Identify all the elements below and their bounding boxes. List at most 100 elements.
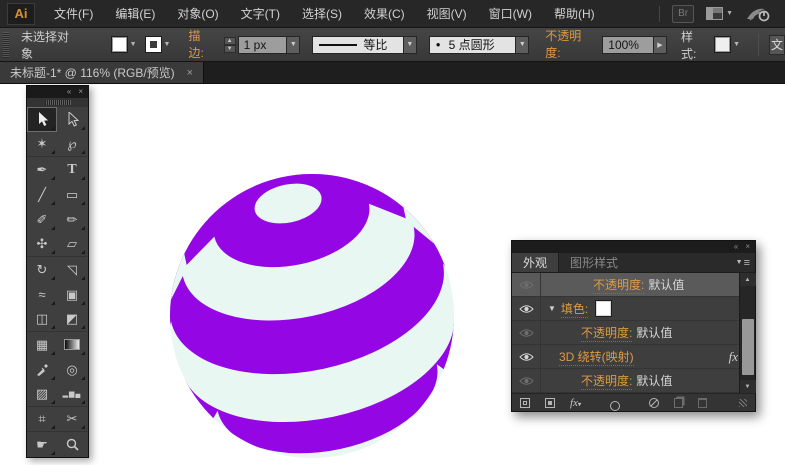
tool-shape-builder[interactable]: ◫ xyxy=(27,307,57,332)
tool-column-graph[interactable]: ▂▆▄ xyxy=(57,382,87,407)
appearance-row-item-opacity[interactable]: 不透明度: 默认值 xyxy=(512,369,755,393)
add-new-effect-icon[interactable]: fx▾ xyxy=(570,397,581,409)
close-icon[interactable]: × xyxy=(78,88,83,96)
tool-free-transform[interactable]: ▣ xyxy=(57,282,87,307)
mesh-icon: ▦ xyxy=(35,336,49,352)
fill-link[interactable]: 填色: xyxy=(560,300,589,318)
duplicate-item-icon[interactable] xyxy=(673,397,683,408)
hand-icon: ☛ xyxy=(36,436,48,452)
type-icon: T xyxy=(67,161,77,177)
scroll-down-icon[interactable]: ▼ xyxy=(739,380,756,393)
paintbrush-icon: ✐ xyxy=(36,211,48,227)
tool-blend[interactable]: ◎ xyxy=(57,357,87,382)
magic-wand-icon: ✶ xyxy=(36,136,48,151)
tool-slice[interactable]: ✂ xyxy=(57,407,87,432)
lasso-icon: ℘ xyxy=(67,136,77,151)
appearance-row-3d-revolve[interactable]: 3D 绕转(映射) fx xyxy=(512,345,755,369)
tool-symbol-sprayer[interactable]: ▨ xyxy=(27,382,57,407)
add-new-fill-icon[interactable] xyxy=(545,397,555,408)
scroll-up-icon[interactable]: ▲ xyxy=(739,273,756,286)
opacity-link[interactable]: 不透明度: xyxy=(593,276,645,294)
opacity-link[interactable]: 不透明度: xyxy=(581,324,633,342)
tool-paintbrush[interactable]: ✐ xyxy=(27,207,57,232)
fill-color-swatch[interactable] xyxy=(595,300,613,317)
tool-magic-wand[interactable]: ✶ xyxy=(27,132,57,157)
tool-rectangle[interactable]: ▭ xyxy=(57,182,87,207)
tool-width[interactable]: ≈ xyxy=(27,282,57,307)
tools-panel: « × ✶ ℘ ✒ T ╱ ▭ ✐ ✏ ✣ ▱ ↻ ◹ ≈ ▣ ◫ ◩ ▦ ◎ … xyxy=(26,85,89,458)
tool-lasso[interactable]: ℘ xyxy=(57,132,87,157)
eraser-icon: ▱ xyxy=(67,236,77,251)
add-new-stroke-icon[interactable] xyxy=(520,397,530,408)
panel-resize-grip[interactable] xyxy=(739,398,747,407)
zoom-icon xyxy=(66,438,79,451)
gradient-icon xyxy=(64,339,80,350)
appearance-footer: fx▾ xyxy=(512,393,755,411)
clear-appearance-icon[interactable] xyxy=(609,400,620,411)
collapse-panel-icon[interactable]: « xyxy=(734,243,738,251)
tool-perspective-grid[interactable]: ◩ xyxy=(57,307,87,332)
artboard-icon: ⌗ xyxy=(38,411,46,426)
opacity-value: 默认值 xyxy=(636,374,673,388)
tool-line-segment[interactable]: ╱ xyxy=(27,182,57,207)
tools-panel-grip[interactable] xyxy=(27,98,88,107)
tab-appearance[interactable]: 外观 xyxy=(512,253,560,272)
appearance-row-opacity[interactable]: 不透明度: 默认值 xyxy=(512,273,755,297)
panel-scrollbar[interactable]: ▲ ▼ xyxy=(739,273,756,393)
tool-pencil[interactable]: ✏ xyxy=(57,207,87,232)
eye-icon xyxy=(518,328,534,337)
panel-menu-icon[interactable]: ▼ ≡ xyxy=(736,253,750,272)
collapse-panel-icon[interactable]: « xyxy=(67,88,71,96)
rectangle-icon: ▭ xyxy=(65,186,79,202)
tool-artboard[interactable]: ⌗ xyxy=(27,407,57,432)
perspective-grid-icon: ◩ xyxy=(65,311,79,326)
tool-zoom[interactable] xyxy=(57,432,87,457)
appearance-row-fill-opacity[interactable]: 不透明度: 默认值 xyxy=(512,321,755,345)
opacity-value: 默认值 xyxy=(636,326,673,340)
pencil-icon: ✏ xyxy=(66,211,78,227)
delete-item-icon[interactable] xyxy=(697,397,707,408)
column-graph-icon: ▂▆▄ xyxy=(62,391,82,398)
tab-graphic-styles[interactable]: 图形样式 xyxy=(559,253,629,272)
tool-gradient[interactable] xyxy=(57,332,87,357)
scale-icon: ◹ xyxy=(67,261,77,277)
tool-rotate[interactable]: ↻ xyxy=(27,257,57,282)
slice-icon: ✂ xyxy=(66,411,78,426)
tool-direct-selection[interactable] xyxy=(57,107,87,132)
tool-selection[interactable] xyxy=(27,107,57,132)
tool-pen[interactable]: ✒ xyxy=(27,157,57,182)
appearance-panel-header: « × xyxy=(512,241,755,253)
3d-revolve-effect-link[interactable]: 3D 绕转(映射) xyxy=(559,348,634,366)
opacity-link[interactable]: 不透明度: xyxy=(581,372,633,390)
visibility-toggle[interactable] xyxy=(512,345,541,368)
blend-icon: ◎ xyxy=(66,361,78,377)
line-icon: ╱ xyxy=(38,186,46,202)
eye-icon xyxy=(518,352,534,361)
tools-panel-header: « × xyxy=(27,86,88,98)
visibility-toggle[interactable] xyxy=(512,297,541,320)
visibility-toggle[interactable] xyxy=(512,321,541,344)
eye-icon xyxy=(518,376,534,385)
close-icon[interactable]: × xyxy=(745,243,750,251)
visibility-toggle[interactable] xyxy=(512,369,541,392)
symbol-sprayer-icon: ▨ xyxy=(35,386,49,401)
appearance-tabs: 外观 图形样式 ▼ ≡ xyxy=(512,253,755,273)
appearance-row-fill[interactable]: ▼ 填色: xyxy=(512,297,755,321)
opacity-value: 默认值 xyxy=(648,278,685,292)
tool-type[interactable]: T xyxy=(57,157,87,182)
tool-eyedropper[interactable] xyxy=(27,357,57,382)
tool-hand[interactable]: ☛ xyxy=(27,432,57,457)
tool-eraser[interactable]: ▱ xyxy=(57,232,87,257)
appearance-panel: « × 外观 图形样式 ▼ ≡ 不透明度: 默认值 ▼ 填色: 不透明度: 默认… xyxy=(511,240,756,412)
tool-mesh[interactable]: ▦ xyxy=(27,332,57,357)
tool-scale[interactable]: ◹ xyxy=(57,257,87,282)
appearance-rows: 不透明度: 默认值 ▼ 填色: 不透明度: 默认值 3D 绕转(映射) fx 不… xyxy=(512,273,756,393)
tool-blob-brush[interactable]: ✣ xyxy=(27,232,57,257)
fx-icon: fx xyxy=(728,348,738,364)
scrollbar-thumb[interactable] xyxy=(741,319,754,375)
free-transform-icon: ▣ xyxy=(65,286,79,302)
visibility-toggle[interactable] xyxy=(512,273,541,296)
expand-arrow-icon[interactable]: ▼ xyxy=(548,304,556,313)
clear-appearance-slash-icon[interactable] xyxy=(648,397,659,408)
direct-selection-arrow-icon xyxy=(68,112,79,127)
